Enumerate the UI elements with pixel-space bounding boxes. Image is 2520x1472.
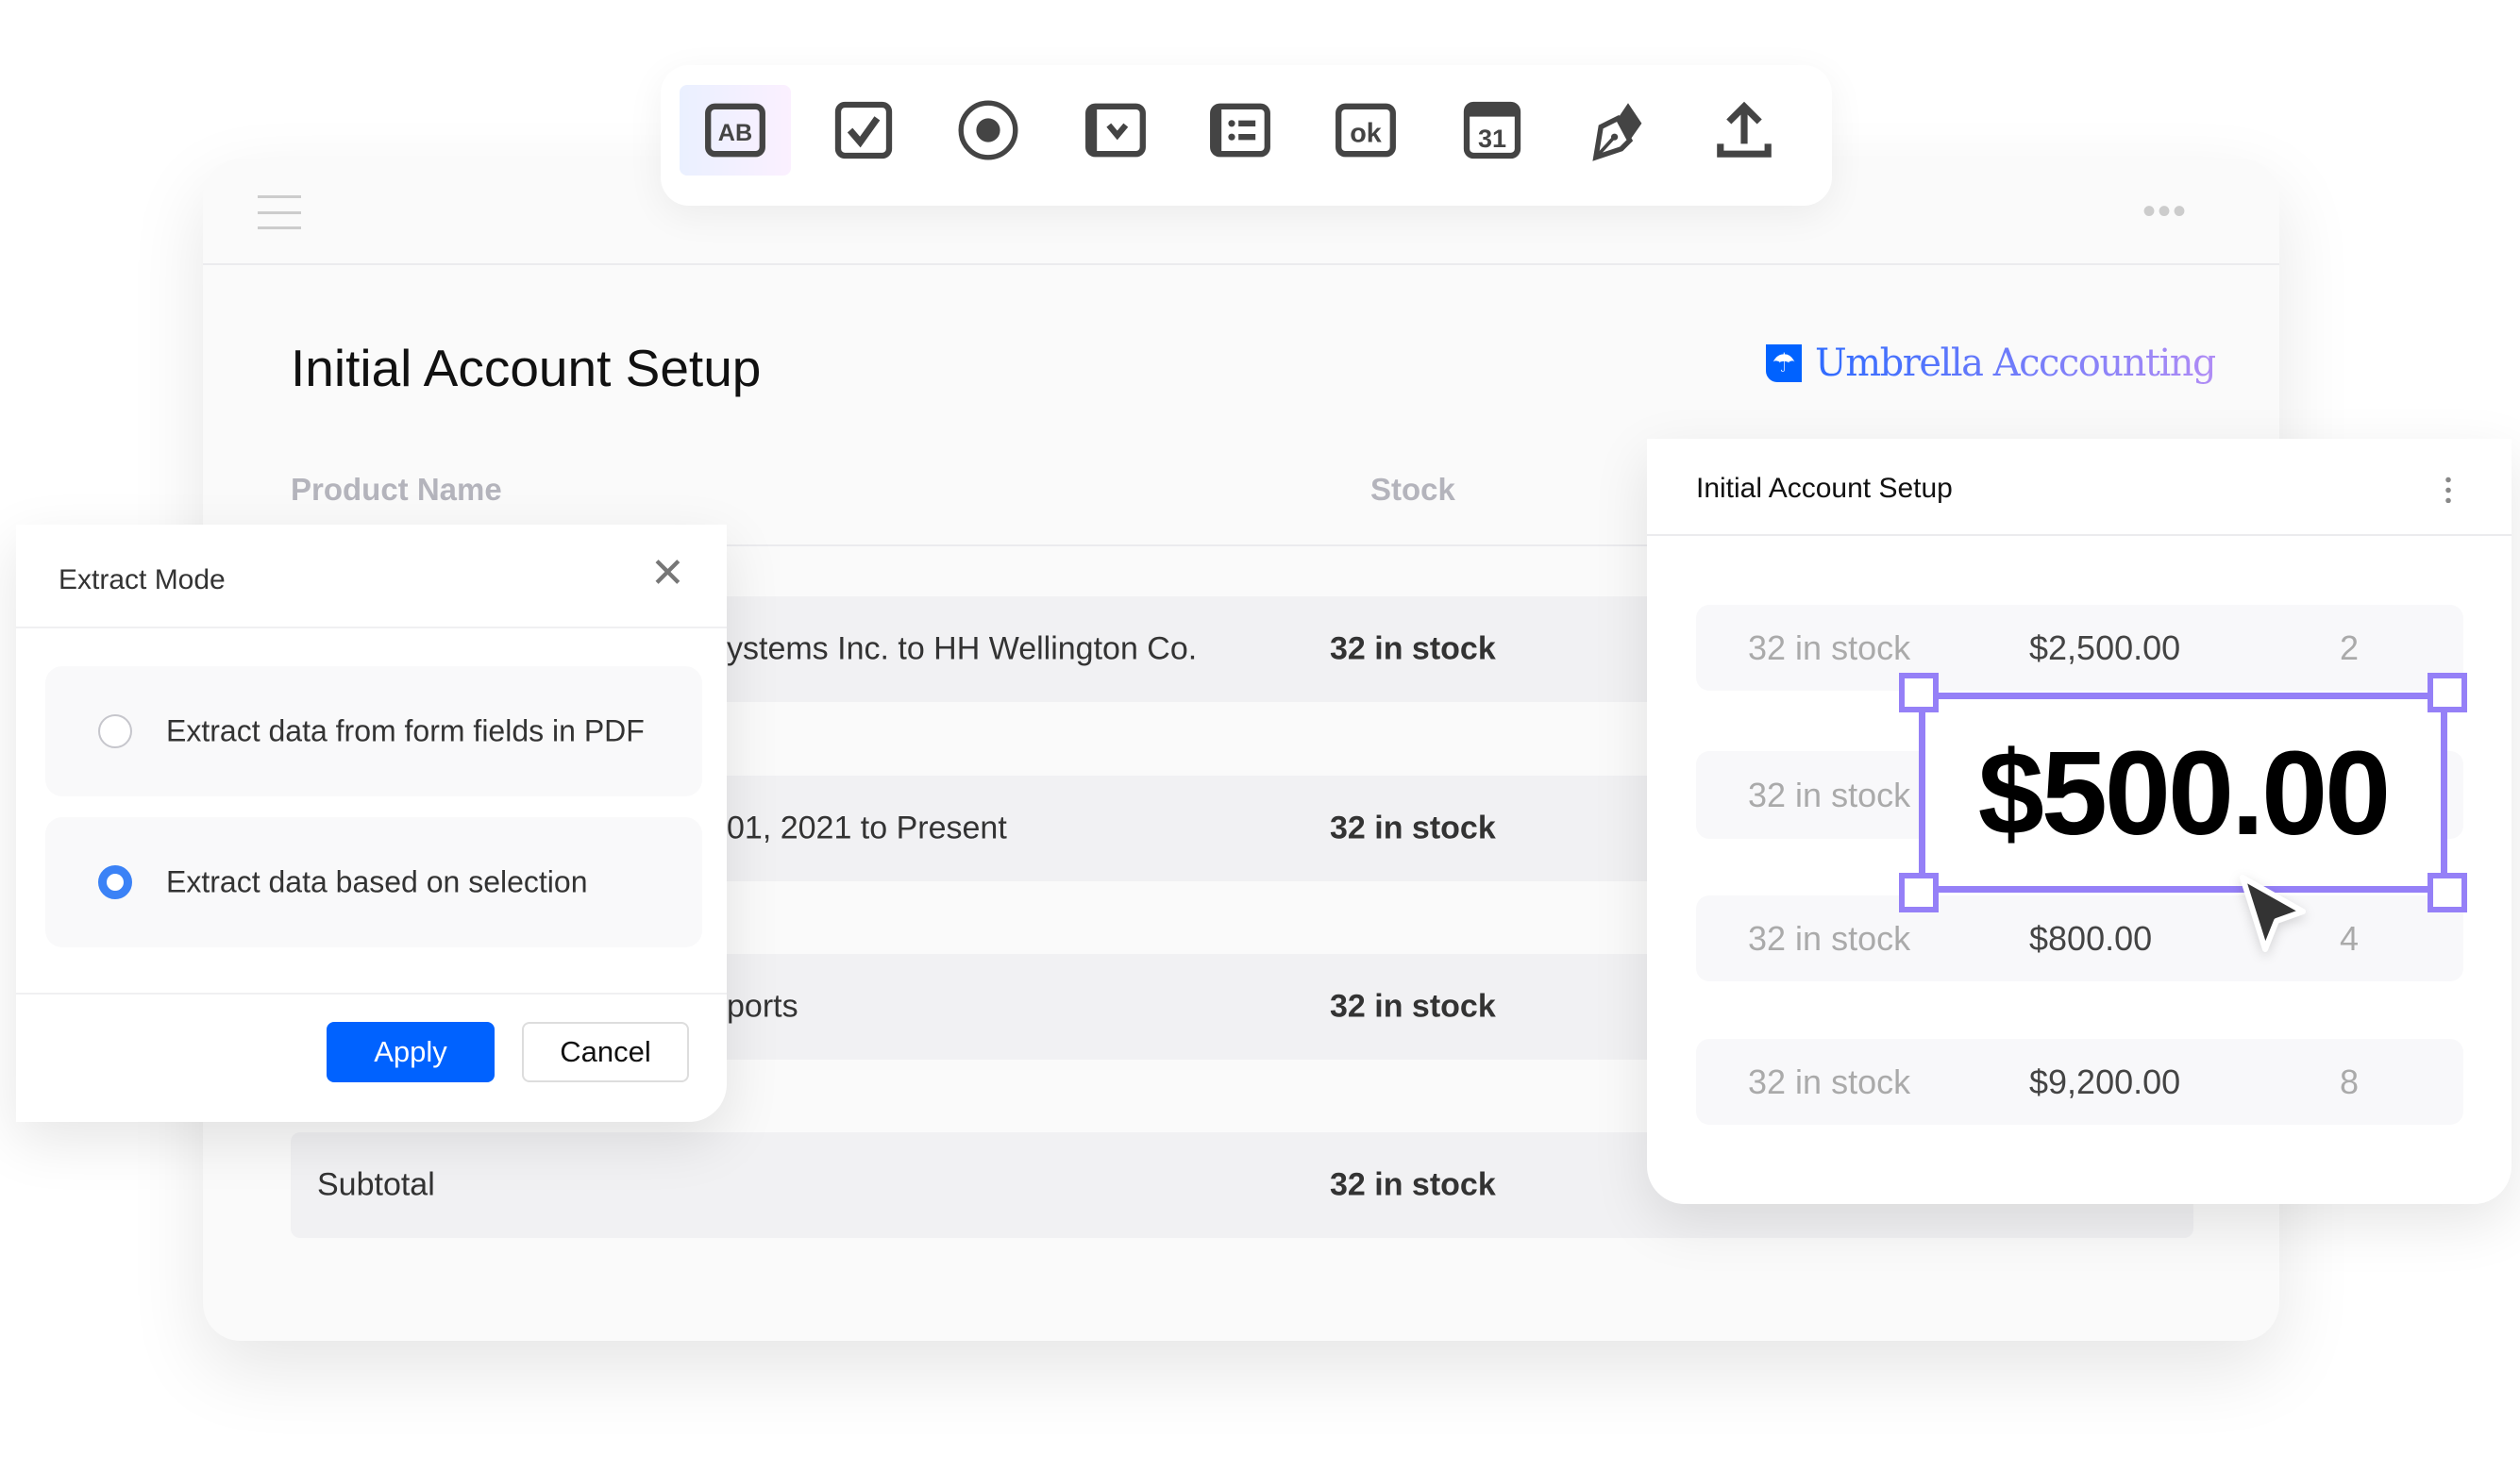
close-icon[interactable]: ✕ bbox=[650, 553, 685, 594]
radio-button-icon bbox=[958, 100, 1018, 160]
checkbox-tool[interactable] bbox=[808, 85, 919, 176]
product-cell: ystems Inc. to HH Wellington Co. bbox=[727, 630, 1198, 667]
list-box-icon bbox=[1210, 103, 1270, 158]
resize-handle-bottom-left[interactable] bbox=[1899, 873, 1939, 912]
cursor-icon bbox=[2240, 875, 2306, 952]
subtotal-label: Subtotal bbox=[317, 1166, 435, 1203]
selection-box[interactable]: $500.00 bbox=[1919, 693, 2447, 893]
date-tool[interactable]: 31 bbox=[1436, 85, 1548, 176]
checkbox-icon bbox=[834, 101, 893, 159]
form-field-toolbar: AB ok 31 bbox=[661, 65, 1832, 206]
column-header-product[interactable]: Product Name bbox=[291, 472, 502, 508]
card-title: Initial Account Setup bbox=[1696, 473, 1953, 504]
apply-button[interactable]: Apply bbox=[327, 1022, 495, 1082]
date-field-icon: 31 bbox=[1463, 101, 1521, 159]
selected-value: $500.00 bbox=[1977, 726, 2391, 860]
product-cell: ports bbox=[727, 988, 798, 1025]
dialog-title: Extract Mode bbox=[59, 564, 226, 595]
stock-cell: 32 in stock bbox=[1330, 1166, 1496, 1203]
radio-tool[interactable] bbox=[932, 85, 1044, 176]
menu-icon[interactable] bbox=[258, 195, 301, 229]
card-divider bbox=[1647, 534, 2512, 536]
text-field-tool[interactable]: AB bbox=[680, 85, 791, 176]
upload-icon bbox=[1717, 101, 1772, 158]
option-selection[interactable]: Extract data based on selection bbox=[45, 817, 702, 947]
resize-handle-bottom-right[interactable] bbox=[2428, 873, 2467, 912]
card-row[interactable]: 32 in stock $9,200.00 8 bbox=[1696, 1039, 2463, 1125]
radio-selected[interactable] bbox=[98, 865, 132, 899]
card-row[interactable]: 32 in stock $800.00 4 bbox=[1696, 895, 2463, 981]
svg-text:AB: AB bbox=[718, 120, 752, 146]
stock-cell: 32 in stock bbox=[1330, 810, 1496, 846]
option-form-fields[interactable]: Extract data from form fields in PDF bbox=[45, 666, 702, 796]
radio-unselected[interactable] bbox=[98, 714, 132, 748]
signature-tool[interactable] bbox=[1564, 85, 1675, 176]
company-logo: ☂ Umbrella Acccounting bbox=[1766, 342, 2217, 385]
more-options-icon[interactable]: ••• bbox=[2142, 192, 2188, 230]
dropdown-tool[interactable] bbox=[1060, 85, 1171, 176]
column-header-stock[interactable]: Stock bbox=[1370, 472, 1455, 508]
stock-cell: 32 in stock bbox=[1330, 630, 1496, 667]
button-tool[interactable]: ok bbox=[1310, 85, 1421, 176]
dialog-divider bbox=[16, 627, 727, 628]
button-icon: ok bbox=[1336, 103, 1396, 158]
cancel-button[interactable]: Cancel bbox=[522, 1022, 689, 1082]
umbrella-icon: ☂ bbox=[1766, 344, 1802, 382]
footer-divider bbox=[16, 993, 727, 995]
resize-handle-top-left[interactable] bbox=[1899, 673, 1939, 712]
document-title: Initial Account Setup bbox=[291, 339, 762, 397]
signature-icon bbox=[1592, 103, 1642, 161]
svg-text:ok: ok bbox=[1350, 119, 1383, 149]
card-row[interactable]: 32 in stock $2,500.00 2 bbox=[1696, 605, 2463, 691]
kebab-menu-icon[interactable] bbox=[2445, 475, 2451, 503]
list-box-tool[interactable] bbox=[1184, 85, 1296, 176]
resize-handle-top-right[interactable] bbox=[2428, 673, 2467, 712]
stock-cell: 32 in stock bbox=[1330, 988, 1496, 1025]
text-field-icon: AB bbox=[705, 103, 765, 158]
dropdown-icon bbox=[1085, 103, 1146, 158]
svg-text:31: 31 bbox=[1478, 125, 1506, 153]
upload-tool[interactable] bbox=[1688, 85, 1800, 176]
product-cell: 01, 2021 to Present bbox=[727, 810, 1007, 846]
header-divider bbox=[203, 263, 2279, 265]
